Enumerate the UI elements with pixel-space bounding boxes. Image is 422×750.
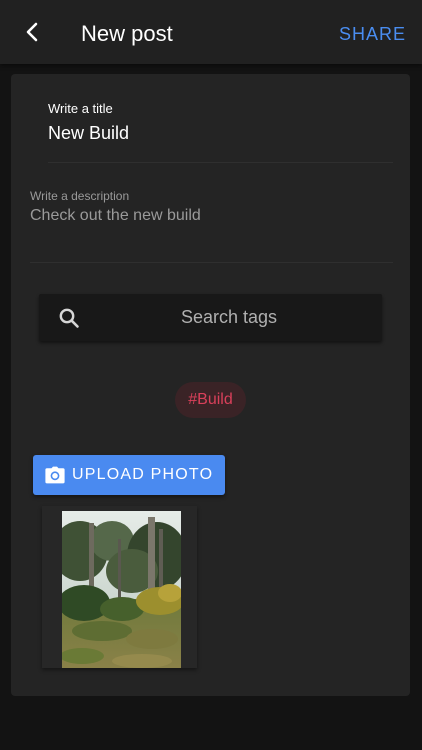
title-input[interactable] <box>48 123 378 144</box>
upload-photo-label: UPLOAD PHOTO <box>72 466 214 483</box>
title-field: Write a title <box>48 100 393 163</box>
post-form-card: Write a title Write a description #Build… <box>11 74 410 696</box>
forest-photo <box>62 511 181 668</box>
description-field: Write a description <box>30 188 393 263</box>
page-title: New post <box>81 21 173 46</box>
title-field-label: Write a title <box>48 101 113 116</box>
photo-thumbnail-card[interactable] <box>42 506 197 668</box>
search-icon <box>59 308 79 328</box>
description-field-label: Write a description <box>30 189 130 203</box>
camera-icon <box>45 466 65 484</box>
tag-search-input[interactable] <box>99 294 359 341</box>
new-post-screen: New post SHARE Write a title Write a des… <box>0 0 422 750</box>
upload-photo-button[interactable]: UPLOAD PHOTO <box>33 455 225 495</box>
share-button[interactable]: SHARE <box>339 22 406 46</box>
back-button[interactable] <box>14 16 50 48</box>
tag-search-box[interactable] <box>39 294 382 341</box>
app-bar: New post SHARE <box>0 0 422 64</box>
tag-chip[interactable]: #Build <box>175 382 246 418</box>
description-input[interactable] <box>30 207 385 225</box>
chevron-left-icon <box>26 22 38 42</box>
